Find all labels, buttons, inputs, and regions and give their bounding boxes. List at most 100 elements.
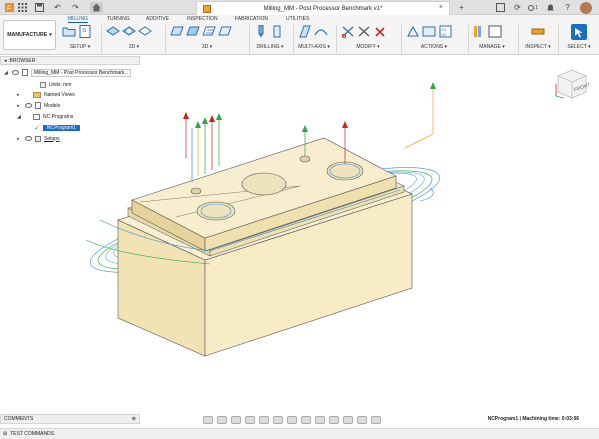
camera-icon[interactable] — [315, 416, 325, 424]
divider — [249, 25, 250, 53]
text-commands-bar[interactable]: ⊞ TEST COMMANDS — [0, 428, 599, 439]
browser-title: BROWSER — [9, 57, 36, 64]
tab-inspection[interactable]: INSPECTION — [187, 15, 218, 23]
zoom-icon[interactable] — [245, 416, 255, 424]
modify-group: MODIFY ▾ — [339, 24, 397, 54]
tool-library-icon[interactable] — [472, 24, 486, 38]
viewport-icon[interactable] — [301, 416, 311, 424]
stock-icon[interactable] — [357, 416, 367, 424]
measure-icon[interactable] — [531, 24, 545, 38]
2d-label[interactable]: 2D ▾ — [104, 44, 164, 50]
drilling-label[interactable]: DRILLING ▾ — [252, 44, 288, 50]
flow-icon[interactable] — [314, 24, 328, 38]
actions-label[interactable]: ACTIONS ▾ — [404, 44, 464, 50]
2d-adaptive-icon[interactable] — [106, 24, 120, 38]
bell-icon[interactable] — [545, 2, 556, 13]
tab-fabrication[interactable]: FABRICATION — [235, 15, 268, 23]
comments-label: COMMENTS — [4, 416, 34, 422]
chevron-down-icon[interactable]: ◂ — [4, 58, 7, 64]
2d-contour-icon[interactable] — [138, 24, 152, 38]
2d-pocket-icon[interactable] — [122, 24, 136, 38]
multiaxis-label[interactable]: MULTI-AXIS ▾ — [296, 44, 332, 50]
bore-icon[interactable] — [270, 24, 284, 38]
folder-icon[interactable] — [62, 24, 76, 38]
3d-label[interactable]: 3D ▾ — [168, 44, 246, 50]
fit-icon[interactable] — [259, 416, 269, 424]
multiaxis-group: MULTI-AXIS ▾ — [296, 24, 332, 54]
divider — [336, 25, 337, 53]
save-icon[interactable] — [34, 2, 45, 13]
section-icon[interactable] — [343, 416, 353, 424]
3d-adaptive-icon[interactable] — [170, 24, 184, 38]
template-icon[interactable] — [488, 24, 502, 38]
user-avatar-icon[interactable] — [580, 1, 592, 14]
workspace-selector[interactable]: MANUFACTURE ▾ — [3, 20, 56, 50]
setup-label[interactable]: SETUP ▾ — [60, 44, 100, 50]
divider — [468, 25, 469, 53]
home-icon[interactable] — [90, 2, 103, 13]
divider — [165, 25, 166, 53]
divider — [518, 25, 519, 53]
svg-text:G: G — [83, 28, 87, 34]
tab-turning[interactable]: TURNING — [107, 15, 130, 23]
effects-icon[interactable] — [329, 416, 339, 424]
text-commands-label: TEST COMMANDS — [10, 431, 55, 437]
inspect-group: INSPECT ▾ — [521, 24, 555, 54]
manage-group: MANAGE ▾ — [470, 24, 514, 54]
2d-group: 2D ▾ — [104, 24, 164, 54]
post-process-icon[interactable]: G1 G2 — [438, 24, 452, 38]
inspect-label[interactable]: INSPECT ▾ — [521, 44, 555, 50]
tab-additive[interactable]: ADDITIVE — [146, 15, 169, 23]
add-tab-icon[interactable]: + — [456, 2, 467, 13]
redo-icon[interactable]: ↷ — [70, 2, 81, 13]
refresh-icon[interactable]: ⟳ — [512, 2, 523, 13]
toolpath-display-icon[interactable] — [371, 416, 381, 424]
help-icon[interactable]: ? — [562, 2, 573, 13]
actions-group: G1 G2 ACTIONS ▾ — [404, 24, 464, 54]
undo-icon[interactable]: ↶ — [52, 2, 63, 13]
tab-utilities[interactable]: UTILITIES — [286, 15, 309, 23]
simulate-icon[interactable] — [422, 24, 436, 38]
look-at-icon[interactable] — [217, 416, 227, 424]
title-bar: F ↶ ↷ Milling_MM - Post Processor Benchm… — [0, 0, 599, 15]
3d-pocket-icon[interactable] — [186, 24, 200, 38]
delete-x-icon[interactable] — [373, 24, 387, 38]
tab-milling[interactable]: MILLING — [68, 15, 89, 23]
orbit-icon[interactable] — [203, 416, 213, 424]
extensions-icon[interactable] — [495, 2, 506, 13]
arrow-heads — [183, 82, 436, 132]
expand-icon[interactable]: ⊞ — [3, 431, 7, 437]
3d-parallel-icon[interactable] — [202, 24, 216, 38]
drill-icon[interactable] — [254, 24, 268, 38]
comments-panel[interactable]: COMMENTS ⊕ — [0, 414, 140, 424]
document-tab[interactable]: Milling_MM - Post Processor Benchmark v1… — [196, 1, 450, 15]
add-comment-icon[interactable]: ⊕ — [132, 416, 136, 422]
manage-label[interactable]: MANAGE ▾ — [470, 44, 514, 50]
divider — [101, 25, 102, 53]
swarf-icon[interactable] — [298, 24, 312, 38]
browser-header[interactable]: ◂ BROWSER — [0, 56, 140, 65]
document-title: Milling_MM - Post Processor Benchmark v1… — [263, 5, 383, 12]
modify-label[interactable]: MODIFY ▾ — [339, 44, 397, 50]
3d-group: 3D ▾ — [168, 24, 246, 54]
grid-settings-icon[interactable] — [287, 416, 297, 424]
select-group: SELECT ▾ — [561, 24, 597, 54]
model-viewport[interactable] — [0, 66, 599, 412]
jobs-status[interactable]: 1 — [526, 2, 540, 13]
svg-text:G2: G2 — [441, 32, 447, 37]
cut-path-icon[interactable] — [357, 24, 371, 38]
select-cursor-icon[interactable] — [571, 24, 587, 40]
3d-contour-icon[interactable] — [218, 24, 232, 38]
grid-icon[interactable] — [17, 2, 28, 13]
viewcube[interactable]: FRONT — [554, 68, 590, 102]
scissors-icon[interactable] — [341, 24, 355, 38]
setup-sheet-icon[interactable]: G — [78, 24, 92, 38]
workspace-label: MANUFACTURE — [7, 32, 48, 38]
svg-text:F: F — [7, 6, 11, 13]
generate-icon[interactable] — [406, 24, 420, 38]
pan-icon[interactable] — [231, 416, 241, 424]
close-icon[interactable]: × — [439, 4, 443, 11]
display-settings-icon[interactable] — [273, 416, 283, 424]
divider — [558, 25, 559, 53]
select-label[interactable]: SELECT ▾ — [561, 44, 597, 50]
